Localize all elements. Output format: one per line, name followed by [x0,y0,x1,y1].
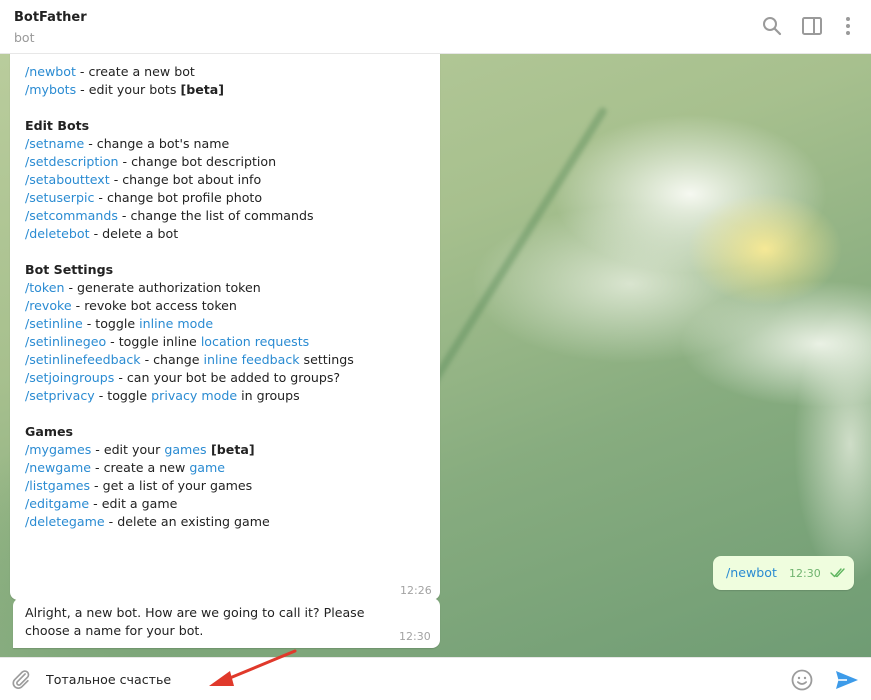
doc-link[interactable]: games [164,442,206,457]
message-text: Alright, a new bot. How are we going to … [25,605,365,638]
command-link[interactable]: /setjoingroups [25,370,114,385]
command-link[interactable]: /setabouttext [25,172,110,187]
command-description: - create a new [91,460,190,475]
doc-link[interactable]: game [189,460,225,475]
chat-subtitle: bot [14,30,35,45]
paperclip-icon[interactable] [10,668,32,690]
section-heading: Games [25,424,73,439]
command-link[interactable]: /newbot [726,564,777,582]
command-description: - can your bot be added to groups? [114,370,341,385]
command-link[interactable]: /newbot [25,64,76,79]
section-heading: Edit Bots [25,118,90,133]
command-description: - toggle [94,388,152,403]
incoming-message[interactable]: /newbot - create a new bot /mybots - edi… [10,54,440,600]
command-description: - toggle [82,316,140,331]
message-time: 12:26 [400,584,432,597]
command-description: - change bot profile photo [94,190,263,205]
message-time: 12:30 [399,630,431,643]
command-link[interactable]: /mybots [25,82,76,97]
beta-tag: [beta] [180,82,225,97]
command-description: in groups [237,388,300,403]
command-link[interactable]: /revoke [25,298,72,313]
annotation-arrow-icon [209,649,297,686]
message-composer [0,657,871,700]
command-description: settings [299,352,354,367]
read-checkmarks-icon [830,568,845,578]
command-link[interactable]: /setinlinegeo [25,334,106,349]
message-input[interactable] [46,669,766,691]
command-link[interactable]: /setname [25,136,84,151]
command-description: - generate authorization token [64,280,261,295]
command-link[interactable]: /listgames [25,478,90,493]
doc-link[interactable]: inline mode [139,316,213,331]
command-description: - change a bot's name [84,136,230,151]
command-link[interactable]: /setinlinefeedback [25,352,141,367]
command-description: - edit your [91,442,165,457]
command-link[interactable]: /setdescription [25,154,119,169]
doc-link[interactable]: inline feedback [203,352,299,367]
command-link[interactable]: /setcommands [25,208,118,223]
more-vertical-icon[interactable] [836,14,860,38]
command-description: - get a list of your games [90,478,253,493]
command-link[interactable]: /setprivacy [25,388,95,403]
doc-link[interactable]: location requests [201,334,309,349]
command-description: - change [140,352,204,367]
chat-header: BotFather bot [0,0,871,54]
incoming-message[interactable]: Alright, a new bot. How are we going to … [13,598,440,648]
command-link[interactable]: /deletebot [25,226,90,241]
command-link[interactable]: /newgame [25,460,91,475]
send-icon[interactable] [834,668,860,692]
command-link[interactable]: /setinline [25,316,83,331]
wallpaper-decoration [426,106,609,391]
command-link[interactable]: /editgame [25,496,89,511]
message-time: 12:30 [789,567,821,580]
command-link[interactable]: /setuserpic [25,190,94,205]
chat-title[interactable]: BotFather [14,10,87,25]
search-icon[interactable] [760,14,784,38]
command-description: - delete an existing game [104,514,270,529]
emoji-icon[interactable] [790,668,814,692]
command-description: - change bot description [118,154,277,169]
command-description: - edit a game [89,496,178,511]
doc-link[interactable]: privacy mode [151,388,237,403]
command-description: - change the list of commands [117,208,314,223]
command-description: - edit your bots [76,82,181,97]
command-description: - revoke bot access token [71,298,237,313]
command-link[interactable]: /deletegame [25,514,105,529]
sidebar-panel-icon[interactable] [800,14,824,38]
command-description: - create a new bot [75,64,195,79]
command-description: - change bot about info [109,172,262,187]
beta-tag: [beta] [206,442,255,457]
command-description: - toggle inline [106,334,201,349]
command-link[interactable]: /token [25,280,64,295]
section-heading: Bot Settings [25,262,114,277]
outgoing-message[interactable]: /newbot 12:30 [713,556,854,590]
chat-history[interactable]: /newbot - create a new bot /mybots - edi… [0,54,871,657]
command-link[interactable]: /mygames [25,442,91,457]
command-description: - delete a bot [89,226,179,241]
